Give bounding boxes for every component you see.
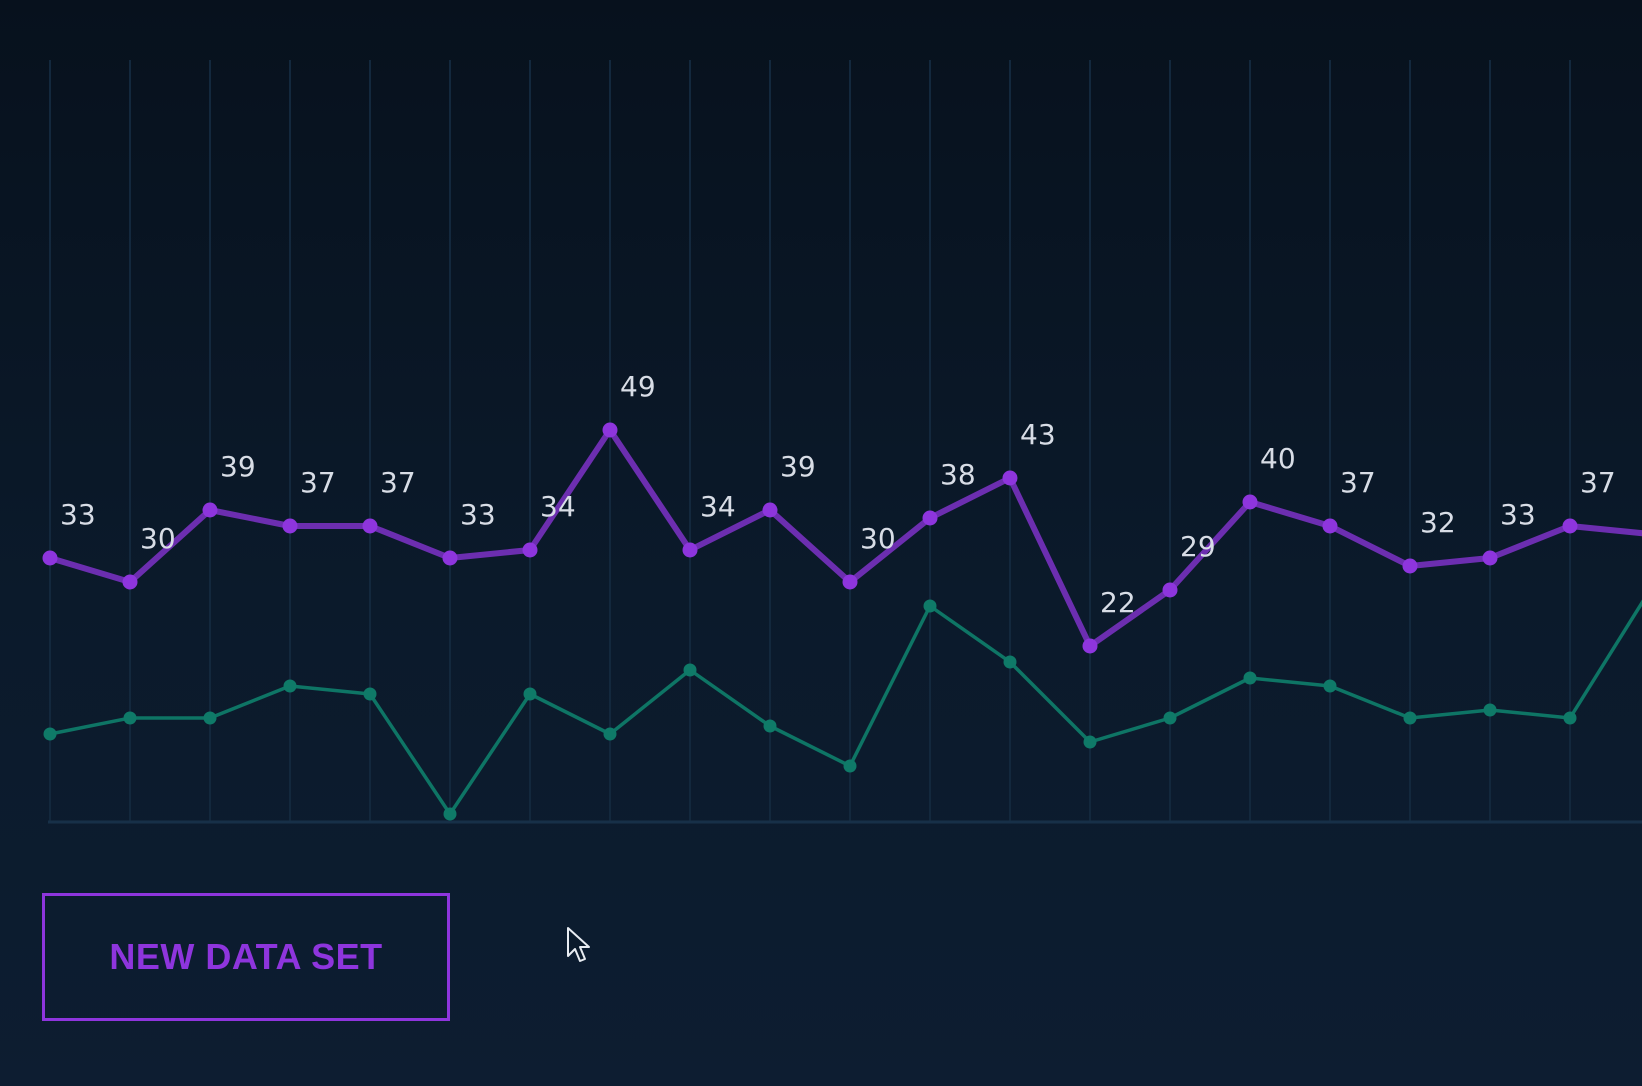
data-label: 38 bbox=[940, 458, 976, 491]
series-line-secondary bbox=[48, 599, 1642, 816]
data-labels: 33 30 39 37 37 33 34 49 34 39 30 38 43 22 29 40 37 32 33 37 bbox=[60, 370, 1616, 619]
secondary-data-point bbox=[683, 663, 697, 677]
data-label: 34 bbox=[540, 490, 576, 523]
secondary-data-point bbox=[123, 711, 137, 725]
secondary-data-point bbox=[283, 679, 297, 693]
primary-data-point bbox=[1482, 550, 1498, 566]
primary-data-point bbox=[1242, 494, 1258, 510]
mouse-pointer-icon bbox=[567, 927, 590, 962]
primary-data-point bbox=[522, 542, 538, 558]
secondary-data-point bbox=[1163, 711, 1177, 725]
data-label: 33 bbox=[1500, 498, 1536, 531]
primary-data-point bbox=[762, 502, 778, 518]
secondary-data-point bbox=[363, 687, 377, 701]
primary-data-point bbox=[1082, 638, 1098, 654]
primary-data-point bbox=[442, 550, 458, 566]
secondary-data-point bbox=[923, 599, 937, 613]
data-label: 32 bbox=[1420, 506, 1456, 539]
secondary-data-point bbox=[1323, 679, 1337, 693]
series-line-primary bbox=[47, 427, 1642, 649]
data-label: 37 bbox=[1580, 466, 1616, 499]
data-label: 34 bbox=[700, 490, 736, 523]
data-label: 37 bbox=[300, 466, 336, 499]
data-label: 39 bbox=[220, 450, 256, 483]
primary-data-point bbox=[1562, 518, 1578, 534]
secondary-data-point bbox=[1243, 671, 1257, 685]
new-data-set-button[interactable]: NEW DATA SET bbox=[42, 893, 450, 1021]
secondary-data-point bbox=[443, 807, 457, 821]
data-label: 37 bbox=[1340, 466, 1376, 499]
primary-data-point bbox=[602, 422, 618, 438]
primary-data-point bbox=[122, 574, 138, 590]
secondary-data-point bbox=[763, 719, 777, 733]
data-label: 43 bbox=[1020, 418, 1056, 451]
primary-data-point bbox=[202, 502, 218, 518]
secondary-data-point bbox=[843, 759, 857, 773]
secondary-data-point bbox=[1403, 711, 1417, 725]
primary-data-point bbox=[42, 550, 58, 566]
secondary-data-point bbox=[1563, 711, 1577, 725]
primary-data-point bbox=[1002, 470, 1018, 486]
secondary-data-point bbox=[203, 711, 217, 725]
data-label: 30 bbox=[140, 522, 176, 555]
secondary-data-point bbox=[1483, 703, 1497, 717]
data-label: 29 bbox=[1180, 530, 1216, 563]
primary-data-point bbox=[1402, 558, 1418, 574]
primary-data-point bbox=[1162, 582, 1178, 598]
primary-data-point bbox=[362, 518, 378, 534]
data-label: 33 bbox=[460, 498, 496, 531]
secondary-data-point bbox=[1003, 655, 1017, 669]
secondary-data-point bbox=[523, 687, 537, 701]
primary-data-point bbox=[282, 518, 298, 534]
secondary-data-point bbox=[603, 727, 617, 741]
data-label: 22 bbox=[1100, 586, 1136, 619]
data-label: 39 bbox=[780, 450, 816, 483]
primary-data-point bbox=[682, 542, 698, 558]
primary-data-point bbox=[922, 510, 938, 526]
data-label: 33 bbox=[60, 498, 96, 531]
primary-data-point bbox=[842, 574, 858, 590]
series-layer bbox=[42, 422, 1642, 821]
secondary-data-point bbox=[1083, 735, 1097, 749]
data-label: 37 bbox=[380, 466, 416, 499]
data-label: 40 bbox=[1260, 442, 1296, 475]
data-label: 30 bbox=[860, 522, 896, 555]
secondary-data-point bbox=[43, 727, 57, 741]
data-label: 49 bbox=[620, 370, 656, 403]
primary-data-point bbox=[1322, 518, 1338, 534]
grid-lines bbox=[48, 60, 1642, 824]
